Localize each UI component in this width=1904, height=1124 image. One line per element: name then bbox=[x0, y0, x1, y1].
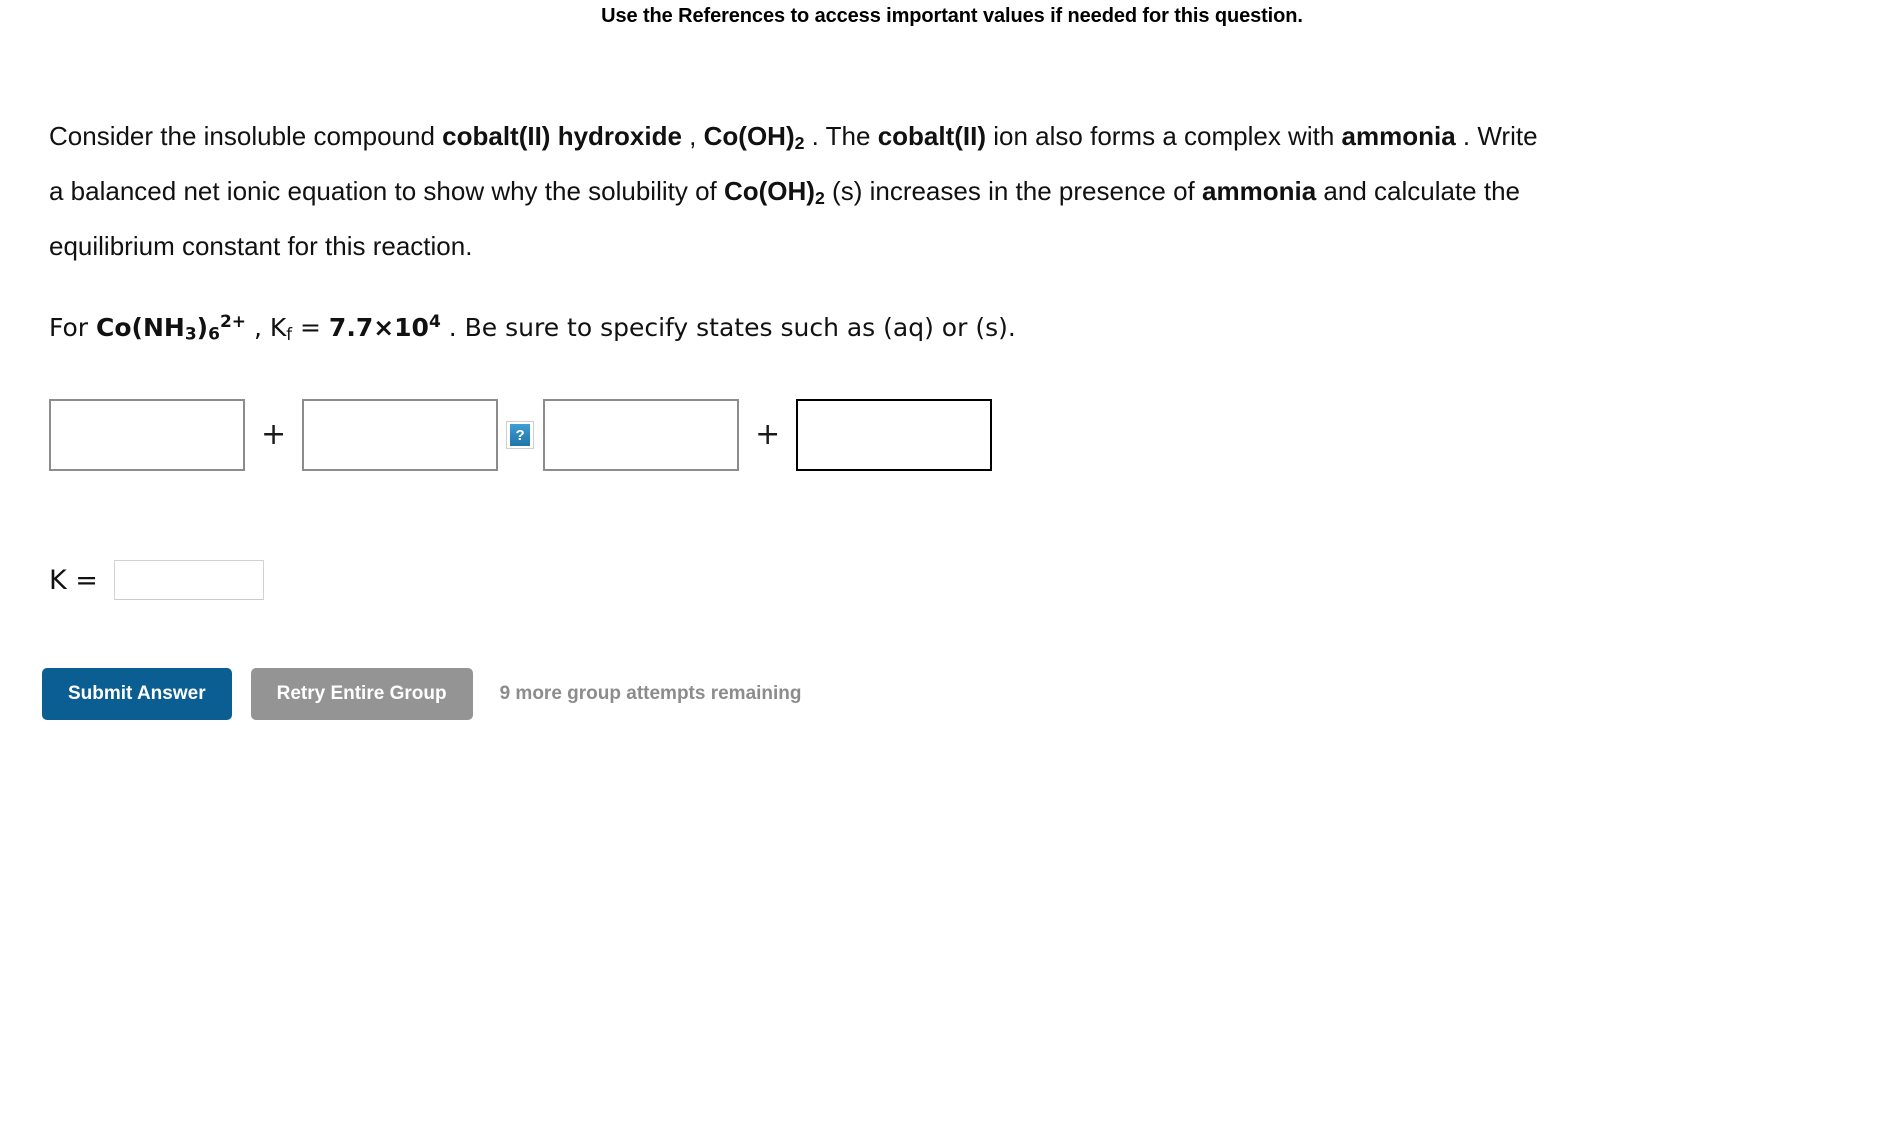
attempts-remaining-text: 9 more group attempts remaining bbox=[499, 683, 802, 704]
kf-symbol-k: K bbox=[269, 312, 287, 342]
formula-base-2: Co(OH) bbox=[723, 175, 815, 206]
kf-equals: = bbox=[292, 312, 329, 342]
product-1-input[interactable] bbox=[543, 399, 740, 471]
equilibrium-constant-row: K = bbox=[49, 560, 264, 600]
compound-formula: Co(OH)2 bbox=[703, 121, 805, 153]
help-glyph: ? bbox=[509, 423, 532, 447]
complex-paren: ) bbox=[196, 312, 209, 342]
question-text-4: ion also forms a complex with bbox=[986, 121, 1335, 151]
equation-input-row: + ? + bbox=[49, 398, 993, 472]
formula-base: Co(OH) bbox=[703, 121, 795, 151]
complex-charge: 2+ bbox=[219, 312, 247, 332]
product-2-input[interactable] bbox=[796, 399, 993, 471]
action-button-row: Submit Answer Retry Entire Group 9 more … bbox=[42, 668, 802, 720]
compound-name: cobalt(II) hydroxide bbox=[442, 121, 682, 151]
complex-subscript-3: 3 bbox=[184, 324, 197, 345]
reactant-2-input[interactable] bbox=[302, 399, 499, 471]
formula-subscript: 2 bbox=[794, 132, 805, 153]
k-label: K = bbox=[49, 564, 98, 596]
kf-statement: For Co(NH3)62+ , Kf = 7.7×104 . Be sure … bbox=[49, 305, 1016, 352]
k-value-input[interactable] bbox=[113, 560, 264, 600]
for-label: For bbox=[49, 312, 97, 342]
question-text-3: . The bbox=[804, 121, 878, 151]
formula-subscript-2: 2 bbox=[814, 187, 825, 208]
kf-tail: . Be sure to specify states such as (aq)… bbox=[440, 312, 1016, 342]
submit-answer-button[interactable]: Submit Answer bbox=[42, 668, 232, 720]
question-text-2: , bbox=[681, 121, 704, 151]
question-statement: Consider the insoluble compound cobalt(I… bbox=[49, 112, 1544, 270]
plus-icon-1: + bbox=[261, 417, 287, 452]
kf-value: 7.7×104 bbox=[328, 312, 441, 342]
kf-mantissa: 7.7×10 bbox=[328, 312, 429, 342]
ion-name: cobalt(II) bbox=[877, 121, 987, 151]
complex-ion-formula: Co(NH3)62+ bbox=[96, 312, 247, 345]
question-text-1: Consider the insoluble compound bbox=[49, 121, 443, 151]
references-note: Use the References to access important v… bbox=[601, 5, 1303, 27]
kf-exponent: 4 bbox=[428, 312, 441, 332]
question-text-6: (s) increases in the presence of bbox=[824, 175, 1195, 206]
kf-symbol: Kf bbox=[269, 312, 292, 344]
kf-comma: , bbox=[246, 312, 270, 342]
ligand-name-2: ammonia bbox=[1202, 175, 1317, 206]
help-question-mark-icon[interactable]: ? bbox=[506, 421, 535, 449]
compound-formula-2: Co(OH)2 bbox=[723, 175, 825, 208]
complex-base: Co(NH bbox=[96, 312, 185, 342]
plus-icon-2: + bbox=[755, 417, 781, 452]
reactant-1-input[interactable] bbox=[49, 399, 245, 471]
complex-subscript-6: 6 bbox=[208, 324, 220, 345]
retry-entire-group-button[interactable]: Retry Entire Group bbox=[250, 668, 473, 720]
ligand-name-1: ammonia bbox=[1341, 121, 1456, 151]
